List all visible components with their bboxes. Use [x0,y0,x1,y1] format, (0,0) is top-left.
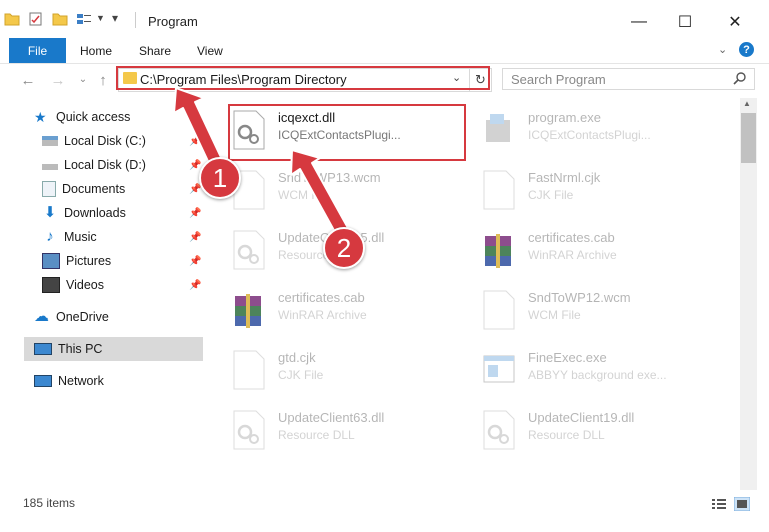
pin-icon[interactable]: 📌 [189,136,201,147]
large-icons-view-icon[interactable] [734,497,750,511]
file-icon [233,350,265,390]
file-highlight-box [228,104,466,161]
tab-view[interactable]: View [197,44,223,58]
details-view-icon[interactable] [712,498,726,510]
scroll-up-icon[interactable]: ▲ [743,99,751,108]
customize-toolbar-icon[interactable]: ▾ [112,11,118,25]
window-title: Program [148,14,198,29]
file-item-gtd[interactable]: gtd.cjk CJK File [232,346,472,398]
file-item-fineexec[interactable]: FineExec.exe ABBYY background exe... [482,346,722,398]
nav-music[interactable]: ♪ Music 📌 [42,226,203,248]
view-options-icon[interactable] [76,12,92,26]
back-arrow-icon[interactable]: ← [18,72,38,90]
recent-locations-icon[interactable]: ⌄ [73,74,93,92]
pin-icon[interactable]: 📌 [189,160,201,171]
drive-icon [42,164,58,170]
archive-icon [485,234,511,268]
nav-this-pc[interactable]: This PC [34,338,203,360]
star-icon: ★ [34,109,47,125]
drive-icon [42,136,58,146]
search-placeholder: Search Program [511,72,606,87]
tab-file[interactable]: File [9,38,66,63]
pin-icon[interactable]: 📌 [189,256,201,267]
dll-gear-icon [233,230,265,270]
computer-icon [34,343,52,355]
folder-icon [4,13,20,26]
search-icon [733,72,746,85]
network-icon [34,375,52,387]
forward-arrow-icon[interactable]: → [48,72,68,90]
tab-share[interactable]: Share [139,44,171,58]
item-count: 185 items [23,496,76,510]
file-item-updateclient63[interactable]: UpdateClient63.dll Resource DLL [232,406,472,458]
file-item-certificates-cab-1[interactable]: certificates.cab WinRAR Archive [482,226,722,278]
cloud-icon: ☁ [34,308,49,325]
nav-local-disk-d[interactable]: Local Disk (D:) 📌 [42,154,203,176]
pin-icon[interactable]: 📌 [189,232,201,243]
nav-videos[interactable]: Videos 📌 [42,274,203,296]
help-icon[interactable]: ? [739,42,754,57]
title-separator [135,12,136,28]
close-button[interactable]: ✕ [712,8,758,36]
documents-icon [42,181,56,197]
dll-gear-icon [233,410,265,450]
exe-icon [486,114,510,142]
tab-home[interactable]: Home [80,44,112,58]
minimize-button[interactable]: — [616,8,662,36]
download-icon: ⬇ [43,204,57,221]
nav-local-disk-c[interactable]: Local Disk (C:) 📌 [42,130,203,152]
nav-documents[interactable]: Documents 📌 [42,178,203,200]
step-badge-2: 2 [323,227,365,269]
pin-icon[interactable]: 📌 [189,280,201,291]
archive-icon [235,294,261,328]
file-item-sndtowp12[interactable]: SndToWP12.wcm WCM File [482,286,722,338]
music-icon: ♪ [46,228,54,245]
step-badge-1: 1 [199,157,241,199]
nav-downloads[interactable]: ⬇ Downloads 📌 [42,202,203,224]
expand-ribbon-icon[interactable]: ⌄ [718,43,727,56]
file-icon [483,170,515,210]
scrollbar-thumb[interactable] [741,113,756,163]
file-item-sndtowp13[interactable]: SndToWP13.wcm WCM File [232,166,472,218]
file-item-program-exe[interactable]: program.exe ICQExtContactsPlugi... [482,106,722,158]
new-folder-icon[interactable] [52,12,68,26]
videos-icon [42,277,60,293]
ribbon-tabs [0,38,769,64]
maximize-button[interactable]: ☐ [662,8,708,36]
file-item-updateclient19[interactable]: UpdateClient19.dll Resource DLL [482,406,722,458]
pictures-icon [42,253,60,269]
dll-gear-icon [483,410,515,450]
file-icon [483,290,515,330]
properties-icon[interactable] [28,12,44,26]
file-item-certificates-cab-2[interactable]: certificates.cab WinRAR Archive [232,286,472,338]
app-window-icon [483,355,515,383]
pin-icon[interactable]: 📌 [189,208,201,219]
address-highlight-box [116,66,490,90]
up-arrow-icon[interactable]: ↑ [93,72,113,90]
nav-pictures[interactable]: Pictures 📌 [42,250,203,272]
chevron-down-icon[interactable]: ▼ [96,13,105,23]
file-item-fastnrml[interactable]: FastNrml.cjk CJK File [482,166,722,218]
